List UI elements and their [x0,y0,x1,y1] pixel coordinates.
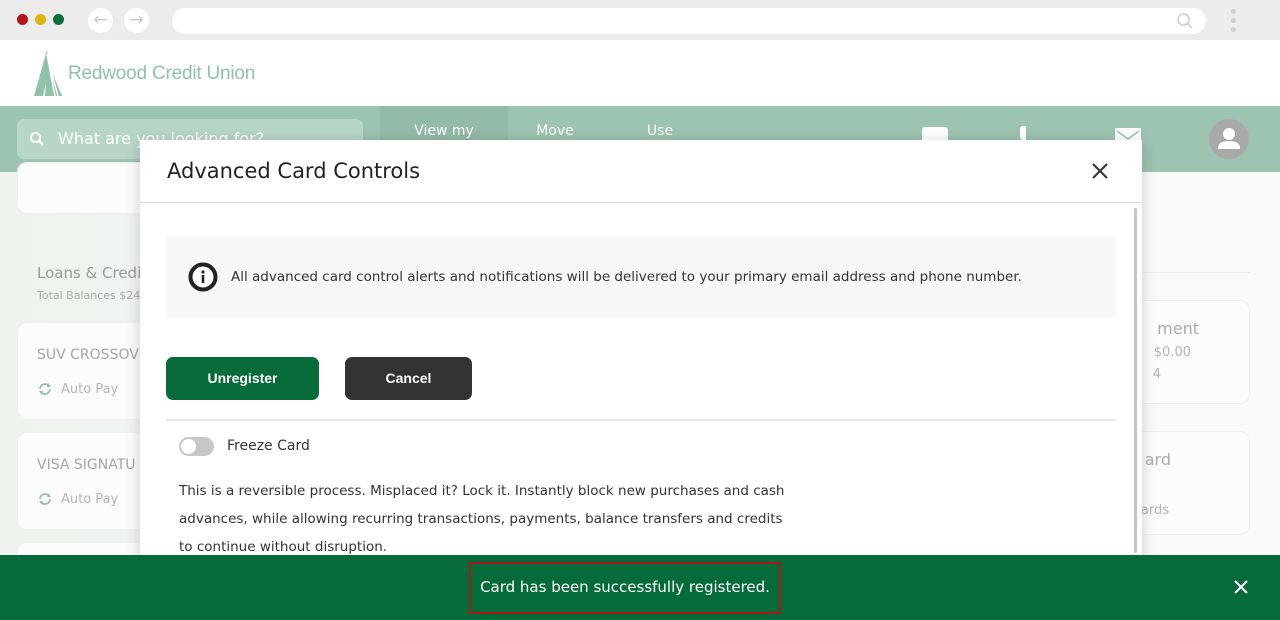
tree-logo-icon [34,50,62,96]
section-title: Loans & Credi [37,264,142,282]
info-notice: All advanced card control alerts and not… [166,236,1116,318]
divider [1130,272,1250,273]
browser-chrome: ← → [0,0,1280,40]
phone-icon[interactable] [1020,126,1026,140]
window-close-dot[interactable] [17,14,28,25]
user-icon [1218,128,1240,149]
info-icon [188,262,218,292]
side-card-detail: ards [1140,503,1169,518]
autopay-status: Auto Pay [37,491,118,507]
info-text: All advanced card control alerts and not… [231,269,1022,285]
toast-message: Card has been successfully registered. [480,578,770,596]
dialog-scrollbar[interactable] [1134,208,1137,553]
toggle-knob [181,439,196,454]
close-icon[interactable] [1232,578,1250,596]
freeze-card-description: This is a reversible process. Misplaced … [179,483,785,555]
success-toast: Card has been successfully registered. [0,555,1280,620]
dialog-header: Advanced Card Controls [140,140,1142,203]
address-bar[interactable] [172,8,1206,34]
refresh-icon [39,383,51,395]
refresh-icon [39,493,51,505]
side-card-title: ment [1157,319,1199,338]
side-card-detail: 4 [1152,367,1161,382]
unregister-button[interactable]: Unregister [166,357,319,400]
loan-name: VISA SIGNATU [37,457,136,473]
advanced-card-controls-dialog: Advanced Card Controls All advanced card… [140,140,1142,570]
dialog-title: Advanced Card Controls [167,159,421,183]
search-icon [30,132,44,146]
toast-message-highlight: Card has been successfully registered. [469,562,781,614]
browser-menu-button[interactable] [1229,8,1237,34]
arrow-left-icon: ← [93,10,108,30]
logo[interactable]: Redwood Credit Union [34,50,255,96]
autopay-status: Auto Pay [37,381,118,397]
search-icon [1177,13,1193,29]
user-avatar[interactable] [1209,119,1249,159]
loan-name: SUV CROSSOV [37,347,139,363]
side-card-title: ard [1144,450,1171,469]
section-subtitle: Total Balances $24 [37,289,141,302]
window-minimize-dot[interactable] [35,14,46,25]
side-card-value: $0.00 [1153,345,1191,360]
freeze-card-toggle[interactable] [179,437,214,456]
brand-name: Redwood Credit Union [68,63,256,84]
cancel-button[interactable]: Cancel [345,357,472,400]
arrow-right-icon: → [129,10,144,30]
freeze-card-label: Freeze Card [227,438,310,454]
close-icon[interactable] [1090,161,1110,181]
site-header: Redwood Credit Union [0,40,1280,106]
window-maximize-dot[interactable] [53,14,64,25]
divider [166,419,1116,421]
forward-button[interactable]: → [124,8,149,33]
back-button[interactable]: ← [88,8,113,33]
